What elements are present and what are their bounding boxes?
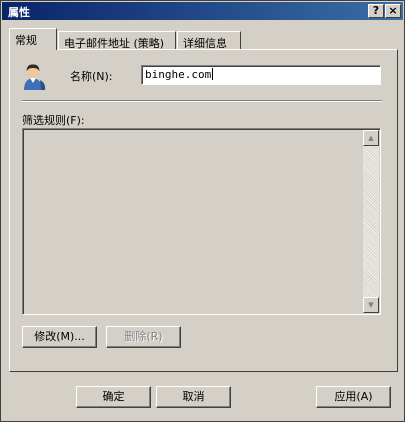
- filter-rule-textbox[interactable]: ▲ ▼: [22, 128, 381, 315]
- tab-general[interactable]: 常规: [9, 28, 57, 50]
- help-button[interactable]: ?: [368, 4, 384, 18]
- section-divider: [22, 100, 382, 102]
- vertical-scrollbar[interactable]: ▲ ▼: [363, 130, 379, 313]
- name-input[interactable]: binghe.com: [141, 65, 381, 85]
- text-caret: [212, 68, 214, 80]
- remove-button[interactable]: 删除(R): [106, 326, 181, 348]
- tab-email-addresses[interactable]: 电子邮件地址 (策略): [58, 31, 176, 50]
- close-button[interactable]: ×: [385, 4, 401, 18]
- scroll-up-arrow-icon[interactable]: ▲: [363, 130, 379, 146]
- user-avatar-icon: [18, 60, 48, 90]
- ok-button[interactable]: 确定: [76, 386, 151, 408]
- name-label: 名称(N):: [70, 70, 113, 83]
- cancel-button[interactable]: 取消: [156, 386, 231, 408]
- tab-details[interactable]: 详细信息: [177, 31, 241, 50]
- window-title: 属性: [8, 6, 30, 19]
- apply-button[interactable]: 应用(A): [316, 386, 391, 408]
- title-bar[interactable]: 属性 ? ×: [2, 2, 403, 20]
- name-input-value: binghe.com: [145, 68, 212, 81]
- tab-general-label: 常规: [15, 34, 37, 47]
- filter-rule-label: 筛选规则(F):: [22, 114, 85, 127]
- modify-button[interactable]: 修改(M)...: [22, 326, 97, 348]
- scroll-down-arrow-icon[interactable]: ▼: [363, 297, 379, 313]
